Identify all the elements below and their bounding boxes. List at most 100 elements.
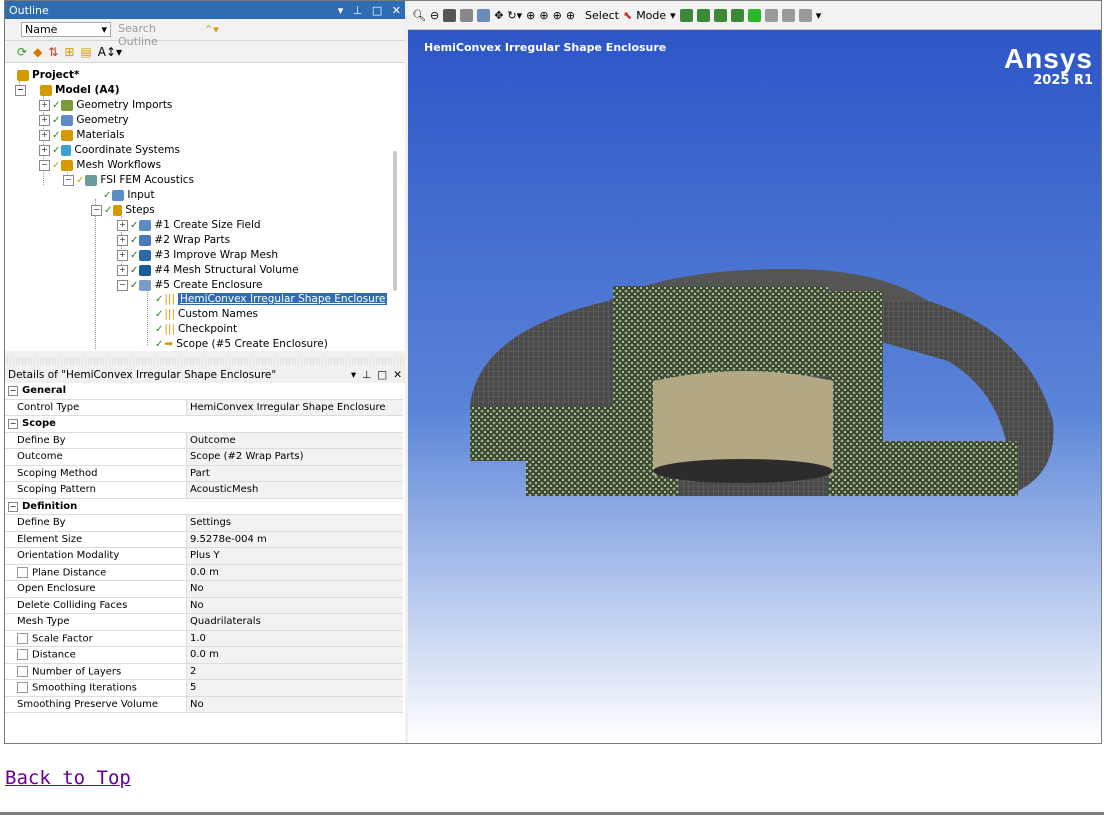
collapse-icon[interactable]: − [8, 386, 18, 397]
expand-icon[interactable]: + [117, 219, 128, 231]
maximize-icon[interactable]: □ [377, 369, 387, 381]
expand-icon[interactable]: + [117, 234, 128, 246]
tree-item-scope[interactable]: ✓ ➡ Scope (#5 Create Enclosure) [155, 337, 328, 351]
prop-value[interactable]: Scope (#2 Wrap Parts) [186, 448, 403, 466]
prop-value[interactable]: Settings [186, 514, 403, 532]
tree-item-step2[interactable]: + ✓ #2 Wrap Parts [117, 233, 230, 247]
parameter-checkbox[interactable] [17, 682, 28, 693]
row-open-enclosure[interactable]: Open Enclosure No [5, 580, 403, 598]
group-definition[interactable]: − Definition [5, 498, 403, 515]
tree-item-step3[interactable]: + ✓ #3 Improve Wrap Mesh [117, 248, 278, 262]
collapse-icon[interactable]: − [91, 204, 102, 216]
graphics-viewport[interactable]: 🔍︎ ⊖ ✥ ↻▾ ⊕ ⊕ ⊕ ⊕ Select ⬉ Mode ▾ ▾ Hemi… [408, 1, 1101, 743]
tree-item-custom-names[interactable]: ✓ ||| Custom Names [155, 307, 258, 321]
refresh-icon[interactable]: ⟳ [17, 45, 27, 59]
row-scale-factor[interactable]: Scale Factor 1.0 [5, 630, 403, 647]
row-number-of-layers[interactable]: Number of Layers 2 [5, 663, 403, 680]
group-general[interactable]: − General [5, 383, 403, 400]
row-orientation[interactable]: Orientation Modality Plus Y [5, 547, 403, 565]
collapse-icon[interactable]: ▤ [80, 45, 91, 59]
maximize-icon[interactable]: □ [372, 4, 382, 17]
prop-value[interactable]: 5 [186, 679, 403, 697]
tree-item-model[interactable]: − Model (A4) [15, 83, 120, 97]
prop-value[interactable]: Plus Y [186, 547, 403, 565]
row-smoothing-preserve-volume[interactable]: Smoothing Preserve Volume No [5, 696, 403, 713]
prop-value[interactable]: Outcome [186, 432, 403, 449]
prop-value[interactable]: AcousticMesh [186, 481, 403, 499]
collapse-icon[interactable]: − [15, 84, 26, 96]
row-scope-define-by[interactable]: Define By Outcome [5, 432, 403, 449]
tree-label: Mesh Workflows [76, 159, 162, 171]
prop-value[interactable]: HemiConvex Irregular Shape Enclosure [186, 399, 403, 416]
expand-icon[interactable]: + [39, 99, 50, 111]
mesh-model[interactable] [408, 1, 1101, 743]
dropdown-icon[interactable]: ▾ [351, 369, 356, 381]
tree-item-fsi-fem-acoustics[interactable]: − ✓ FSI FEM Acoustics [63, 173, 194, 187]
prop-value[interactable]: No [186, 597, 403, 614]
tree-item-step1[interactable]: + ✓ #1 Create Size Field [117, 218, 261, 232]
collapse-icon[interactable]: − [63, 174, 74, 186]
back-to-top-link[interactable]: Back to Top [5, 767, 131, 789]
tree-item-project[interactable]: Project* [17, 68, 80, 82]
expand-icon[interactable]: + [117, 264, 128, 276]
close-icon[interactable]: ✕ [392, 4, 401, 17]
expand-icon[interactable]: + [39, 144, 50, 156]
row-scoping-method[interactable]: Scoping Method Part [5, 465, 403, 482]
tree-item-materials[interactable]: + ✓ Materials [39, 128, 125, 142]
tree-item-hemi-enclosure[interactable]: ✓ ||| HemiConvex Irregular Shape Enclosu… [155, 292, 388, 306]
tree-item-checkpoint[interactable]: ✓ ||| Checkpoint [155, 322, 237, 336]
pin-icon[interactable]: ⊥ [362, 369, 371, 381]
collapse-icon[interactable]: − [39, 159, 50, 171]
tree-item-geometry-imports[interactable]: + ✓ Geometry Imports [39, 98, 172, 112]
collapse-icon[interactable]: − [8, 501, 18, 512]
name-combo[interactable]: Name ▾ [21, 22, 111, 37]
parameter-checkbox[interactable] [17, 665, 28, 677]
expand-all-icon[interactable]: ⊞ [64, 45, 74, 59]
expand-icon[interactable]: + [117, 249, 128, 261]
pin-icon[interactable]: ⊥ [353, 4, 363, 17]
collapse-icon[interactable]: − [8, 419, 18, 430]
filter-icon[interactable]: ⌃▾ [204, 23, 219, 36]
row-distance[interactable]: Distance 0.0 m [5, 646, 403, 664]
row-control-type[interactable]: Control Type HemiConvex Irregular Shape E… [5, 399, 403, 416]
prop-value[interactable]: 0.0 m [186, 564, 403, 581]
tree-item-step5[interactable]: − ✓ #5 Create Enclosure [117, 278, 263, 292]
prop-value[interactable]: 1.0 [186, 630, 403, 647]
prop-value[interactable]: No [186, 580, 403, 598]
row-plane-distance[interactable]: Plane Distance 0.0 m [5, 564, 403, 581]
prop-value[interactable]: No [186, 696, 403, 713]
alphabetic-sort-icon[interactable]: A↕▾ [98, 45, 122, 59]
tree-scrollbar[interactable] [393, 151, 397, 291]
row-def-define-by[interactable]: Define By Settings [5, 514, 403, 532]
expand-icon[interactable]: + [39, 129, 50, 141]
row-mesh-type[interactable]: Mesh Type Quadrilaterals [5, 613, 403, 631]
tree-item-step4[interactable]: + ✓ #4 Mesh Structural Volume [117, 263, 299, 277]
tag-icon[interactable]: ◆ [33, 45, 42, 59]
group-scope[interactable]: − Scope [5, 415, 403, 433]
row-scoping-pattern[interactable]: Scoping Pattern AcousticMesh [5, 481, 403, 499]
expand-icon[interactable]: + [39, 114, 50, 126]
tree-item-coordinate-systems[interactable]: + ✓ Coordinate Systems [39, 143, 180, 157]
close-icon[interactable]: ✕ [393, 369, 402, 381]
sort-icon[interactable]: ⇅ [48, 45, 58, 59]
prop-value[interactable]: Part [186, 465, 403, 482]
splitter[interactable] [5, 357, 405, 365]
tree-item-input[interactable]: ✓ Input [103, 188, 155, 202]
tree-item-steps[interactable]: − ✓ Steps [91, 203, 155, 217]
row-outcome[interactable]: Outcome Scope (#2 Wrap Parts) [5, 448, 403, 466]
row-smoothing-iterations[interactable]: Smoothing Iterations 5 [5, 679, 403, 697]
prop-value[interactable]: 0.0 m [186, 646, 403, 664]
parameter-checkbox[interactable] [17, 649, 28, 660]
collapse-icon[interactable]: − [117, 279, 128, 291]
tree-item-geometry[interactable]: + ✓ Geometry [39, 113, 129, 127]
prop-value[interactable]: 9.5278e-004 m [186, 531, 403, 548]
parameter-checkbox[interactable] [17, 566, 28, 578]
row-delete-colliding[interactable]: Delete Colliding Faces No [5, 597, 403, 614]
prop-value[interactable]: 2 [186, 663, 403, 680]
prop-value[interactable]: Quadrilaterals [186, 613, 403, 631]
search-outline-input[interactable]: Search Outline [115, 22, 198, 48]
dropdown-icon[interactable]: ▾ [338, 4, 344, 17]
parameter-checkbox[interactable] [17, 632, 28, 644]
tree-item-mesh-workflows[interactable]: − ✓ Mesh Workflows [39, 158, 161, 172]
row-element-size[interactable]: Element Size 9.5278e-004 m [5, 531, 403, 548]
